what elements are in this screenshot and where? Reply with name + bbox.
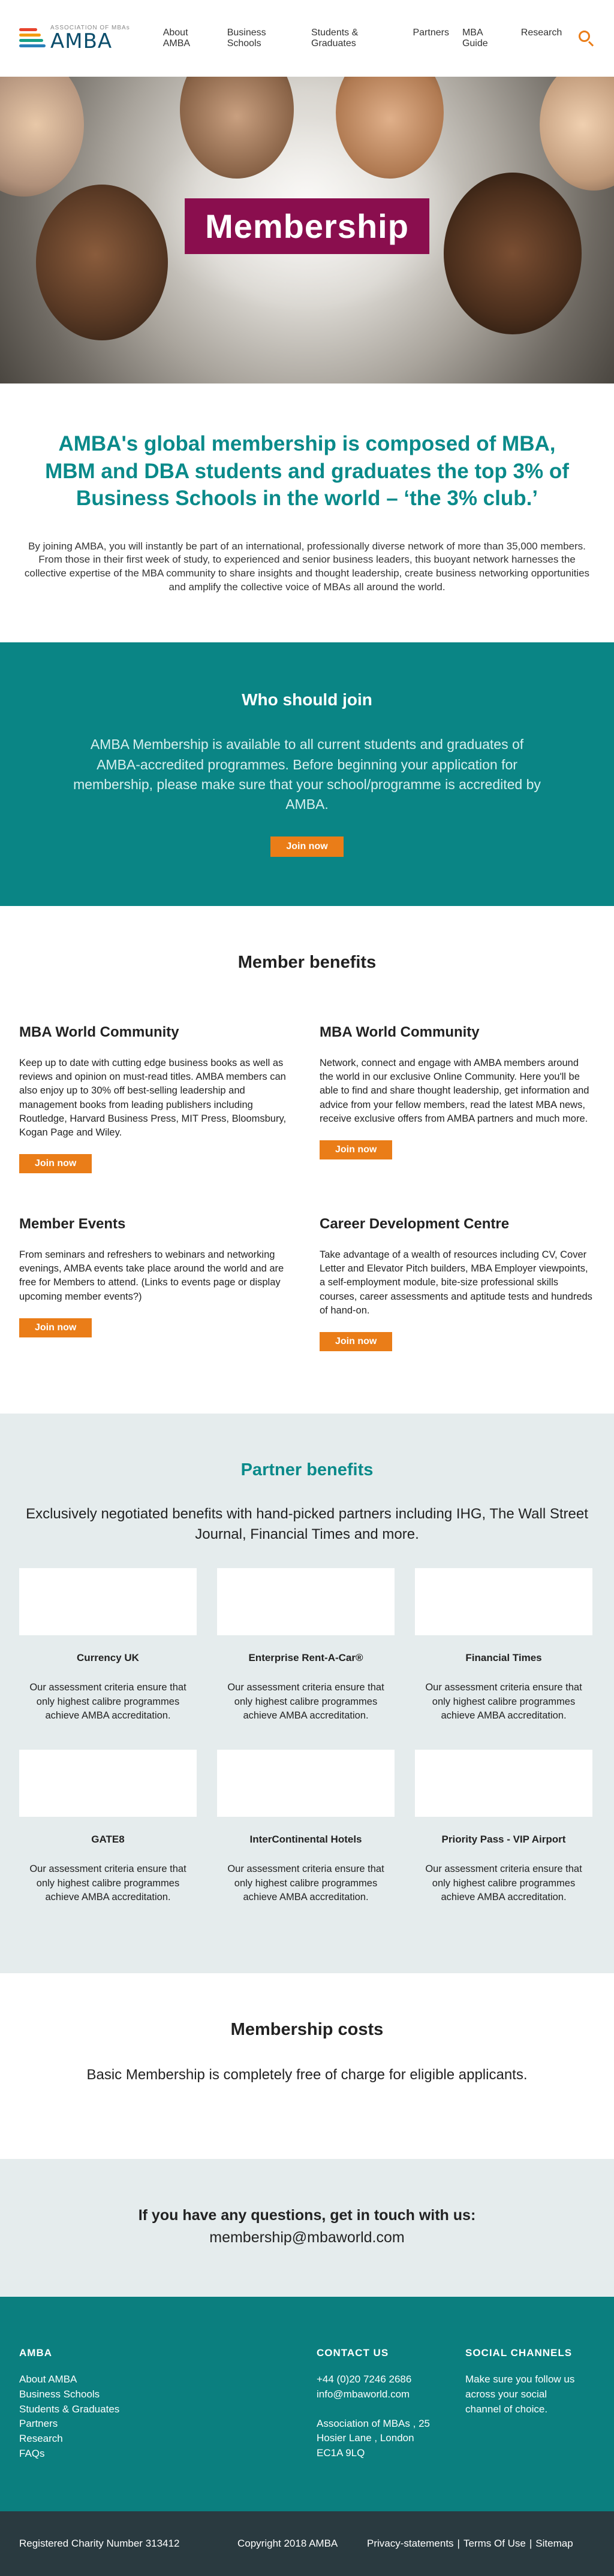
partner-body: Our assessment criteria ensure that only… bbox=[425, 1864, 582, 1902]
logo-mark-icon bbox=[19, 26, 47, 50]
who-title: Who should join bbox=[242, 690, 372, 709]
benefit-title: MBA World Community bbox=[19, 1024, 179, 1041]
footer-address-line: EC1A 9LQ bbox=[317, 2447, 365, 2459]
partner-logo-placeholder bbox=[415, 1750, 592, 1817]
hero-banner: Membership bbox=[0, 77, 614, 383]
partner-body: Our assessment criteria ensure that only… bbox=[227, 1682, 384, 1721]
partner-body: Our assessment criteria ensure that only… bbox=[29, 1864, 186, 1902]
nav-students-graduates[interactable]: Students & Graduates bbox=[311, 28, 399, 49]
partner-card[interactable]: Currency UK Our assessment criteria ensu… bbox=[19, 1568, 197, 1750]
partner-name: GATE8 bbox=[91, 1834, 125, 1846]
copyright: Copyright 2018 AMBA bbox=[237, 2538, 338, 2550]
footer-social-title: SOCIAL CHANNELS bbox=[465, 2347, 573, 2359]
nav-about-amba[interactable]: About AMBA bbox=[163, 28, 214, 49]
nav-mba-guide[interactable]: MBA Guide bbox=[462, 28, 508, 49]
benefit-item: MBA World Community Network, connect and… bbox=[320, 1024, 595, 1216]
join-now-button[interactable]: Join now bbox=[19, 1153, 92, 1173]
membership-email-link[interactable]: membership@mbaworld.com bbox=[24, 2229, 590, 2246]
benefit-item: Member Events From seminars and refreshe… bbox=[19, 1216, 294, 1372]
benefit-item: Career Development Centre Take advantage… bbox=[320, 1216, 595, 1372]
privacy-link[interactable]: Privacy-statements bbox=[367, 2538, 454, 2550]
partner-logo-placeholder bbox=[217, 1568, 395, 1636]
partner-logo-placeholder bbox=[19, 1568, 197, 1636]
footer-address-line: Association of MBAs , 25 bbox=[317, 2417, 430, 2429]
site-footer: AMBA About AMBA Business Schools Student… bbox=[0, 2297, 614, 2512]
partner-body: Our assessment criteria ensure that only… bbox=[227, 1864, 384, 1902]
separator: | bbox=[457, 2538, 460, 2550]
benefit-body: Take advantage of a wealth of resources … bbox=[320, 1249, 592, 1316]
partner-name: Financial Times bbox=[465, 1652, 542, 1664]
footer-link-faqs[interactable]: FAQs bbox=[19, 2447, 317, 2462]
benefit-body: Keep up to date with cutting edge busine… bbox=[19, 1058, 287, 1138]
partner-body: Our assessment criteria ensure that only… bbox=[29, 1682, 186, 1721]
partner-logo-placeholder bbox=[217, 1750, 395, 1817]
separator: | bbox=[529, 2538, 532, 2550]
partner-logo-placeholder bbox=[415, 1568, 592, 1636]
partner-card[interactable]: Enterprise Rent-A-Car® Our assessment cr… bbox=[217, 1568, 395, 1750]
footer-email[interactable]: info@mbaworld.com bbox=[317, 2387, 465, 2402]
benefit-body: Network, connect and engage with AMBA me… bbox=[320, 1058, 589, 1124]
footer-link-partners[interactable]: Partners bbox=[19, 2417, 317, 2432]
footer-link-about[interactable]: About AMBA bbox=[19, 2372, 317, 2387]
contact-cta-section: If you have any questions, get in touch … bbox=[0, 2159, 614, 2297]
who-body: AMBA Membership is available to all curr… bbox=[73, 736, 541, 813]
benefit-title: MBA World Community bbox=[320, 1024, 480, 1041]
partners-title: Partner benefits bbox=[240, 1460, 374, 1480]
join-now-button[interactable]: Join now bbox=[320, 1140, 393, 1159]
partner-name: Priority Pass - VIP Airport bbox=[441, 1834, 566, 1846]
join-now-button[interactable]: Join now bbox=[270, 836, 344, 857]
benefit-title: Career Development Centre bbox=[320, 1216, 510, 1233]
logo-text: AMBA bbox=[50, 29, 113, 53]
nav-research[interactable]: Research bbox=[521, 28, 562, 49]
questions-title: If you have any questions, get in touch … bbox=[138, 2207, 476, 2224]
who-should-join-section: Who should join AMBA Membership is avail… bbox=[0, 642, 614, 907]
footer-amba-column: AMBA About AMBA Business Schools Student… bbox=[19, 2347, 317, 2511]
sitemap-link[interactable]: Sitemap bbox=[535, 2538, 573, 2550]
partner-logo-placeholder bbox=[19, 1750, 197, 1817]
intro-section: AMBA's global membership is composed of … bbox=[0, 383, 614, 642]
footer-link-students[interactable]: Students & Graduates bbox=[19, 2402, 317, 2417]
amba-logo[interactable]: ASSOCIATION OF MBAs AMBA bbox=[19, 25, 134, 52]
intro-heading: AMBA's global membership is composed of … bbox=[45, 432, 569, 510]
terms-link[interactable]: Terms Of Use bbox=[463, 2538, 526, 2550]
member-benefits-section: Member benefits MBA World Community Keep… bbox=[0, 906, 614, 1414]
join-now-button[interactable]: Join now bbox=[19, 1318, 92, 1337]
partner-card[interactable]: Financial Times Our assessment criteria … bbox=[415, 1568, 592, 1750]
benefit-title: Member Events bbox=[19, 1216, 126, 1233]
partner-benefits-section: Partner benefits Exclusively negotiated … bbox=[0, 1414, 614, 1974]
footer-phone[interactable]: +44 (0)20 7246 2686 bbox=[317, 2372, 465, 2387]
intro-body: By joining AMBA, you will instantly be p… bbox=[24, 540, 590, 593]
footer-link-business-schools[interactable]: Business Schools bbox=[19, 2387, 317, 2402]
costs-title: Membership costs bbox=[230, 2020, 384, 2040]
nav-partners[interactable]: Partners bbox=[413, 28, 449, 49]
benefit-body: From seminars and refreshers to webinars… bbox=[19, 1249, 284, 1302]
footer-address-line: Hosier Lane , London bbox=[317, 2432, 414, 2444]
partner-name: Enterprise Rent-A-Car® bbox=[248, 1652, 363, 1664]
partner-body: Our assessment criteria ensure that only… bbox=[425, 1682, 582, 1721]
site-header: ASSOCIATION OF MBAs AMBA About AMBA Busi… bbox=[0, 0, 614, 77]
join-now-button[interactable]: Join now bbox=[320, 1331, 393, 1351]
partner-card[interactable]: GATE8 Our assessment criteria ensure tha… bbox=[19, 1750, 197, 1931]
partner-name: Currency UK bbox=[77, 1652, 139, 1664]
main-nav: About AMBA Business Schools Students & G… bbox=[163, 28, 562, 49]
partners-subtitle: Exclusively negotiated benefits with han… bbox=[26, 1506, 588, 1542]
footer-bottom-bar: Registered Charity Number 313412 Copyrig… bbox=[0, 2511, 614, 2576]
footer-social-body: Make sure you follow us across your soci… bbox=[465, 2373, 575, 2415]
benefit-item: MBA World Community Keep up to date with… bbox=[19, 1024, 294, 1216]
search-icon[interactable] bbox=[577, 29, 595, 47]
charity-number: Registered Charity Number 313412 bbox=[19, 2538, 180, 2550]
page-title: Membership bbox=[185, 198, 429, 254]
footer-contact-column: CONTACT US +44 (0)20 7246 2686 info@mbaw… bbox=[317, 2347, 465, 2511]
footer-amba-title: AMBA bbox=[19, 2347, 52, 2359]
nav-business-schools[interactable]: Business Schools bbox=[227, 28, 298, 49]
costs-body: Basic Membership is completely free of c… bbox=[86, 2067, 528, 2083]
footer-link-research[interactable]: Research bbox=[19, 2432, 317, 2447]
membership-costs-section: Membership costs Basic Membership is com… bbox=[0, 1973, 614, 2159]
partner-card[interactable]: Priority Pass - VIP Airport Our assessme… bbox=[415, 1750, 592, 1931]
partner-card[interactable]: InterContinental Hotels Our assessment c… bbox=[217, 1750, 395, 1931]
partner-name: InterContinental Hotels bbox=[249, 1834, 362, 1846]
footer-social-column: SOCIAL CHANNELS Make sure you follow us … bbox=[465, 2347, 585, 2511]
footer-contact-title: CONTACT US bbox=[317, 2347, 389, 2359]
benefits-title: Member benefits bbox=[237, 953, 377, 973]
